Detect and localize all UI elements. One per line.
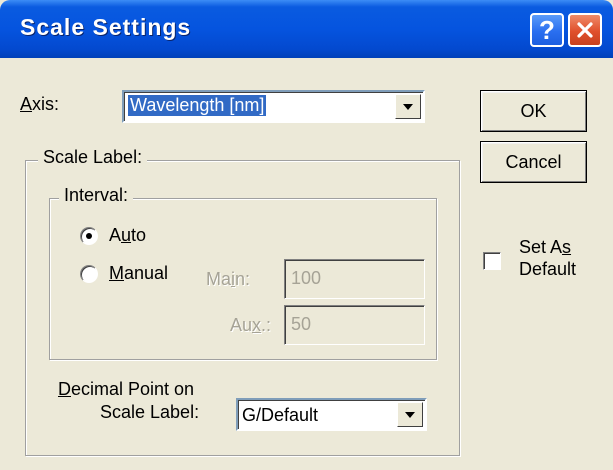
auto-radio[interactable] bbox=[80, 227, 98, 245]
decimal-point-label-line1: Decimal Point on bbox=[58, 379, 195, 399]
axis-value: Wavelength [nm] bbox=[126, 94, 268, 117]
close-button[interactable] bbox=[568, 13, 602, 47]
chevron-down-icon bbox=[403, 103, 413, 110]
set-as-default-label-line1[interactable]: Set As bbox=[519, 237, 571, 258]
interval-legend: Interval: bbox=[59, 185, 134, 206]
decimal-point-dropdown[interactable]: G/Default bbox=[236, 398, 427, 431]
axis-dropdown-button[interactable] bbox=[395, 94, 421, 119]
decimal-point-label-line2: Scale Label: bbox=[100, 402, 200, 422]
aux-label: Aux.: bbox=[230, 315, 272, 335]
chevron-down-icon bbox=[405, 411, 415, 418]
manual-label[interactable]: Manual bbox=[109, 263, 168, 284]
decimal-point-dropdown-button[interactable] bbox=[397, 402, 423, 427]
aux-interval-input[interactable]: 50 bbox=[284, 305, 425, 345]
main-interval-input[interactable]: 100 bbox=[284, 259, 425, 299]
question-mark-icon: ? bbox=[539, 14, 555, 45]
close-x-icon bbox=[577, 22, 593, 38]
help-button[interactable]: ? bbox=[530, 13, 564, 47]
decimal-point-value: G/Default bbox=[242, 405, 319, 425]
cancel-button[interactable]: Cancel bbox=[480, 141, 587, 183]
scale-label-legend: Scale Label: bbox=[38, 147, 148, 168]
ok-button[interactable]: OK bbox=[480, 90, 587, 132]
axis-dropdown[interactable]: Wavelength [nm] bbox=[122, 90, 425, 123]
title-bar[interactable]: Scale Settings ? bbox=[0, 0, 613, 58]
set-as-default-label-line2[interactable]: Default bbox=[519, 259, 576, 280]
set-as-default-checkbox[interactable] bbox=[483, 252, 501, 270]
main-label: Main: bbox=[206, 269, 251, 289]
axis-label: Axis: bbox=[20, 94, 60, 114]
manual-radio[interactable] bbox=[80, 265, 98, 283]
auto-label[interactable]: Auto bbox=[109, 225, 146, 246]
window-title: Scale Settings bbox=[20, 14, 192, 40]
